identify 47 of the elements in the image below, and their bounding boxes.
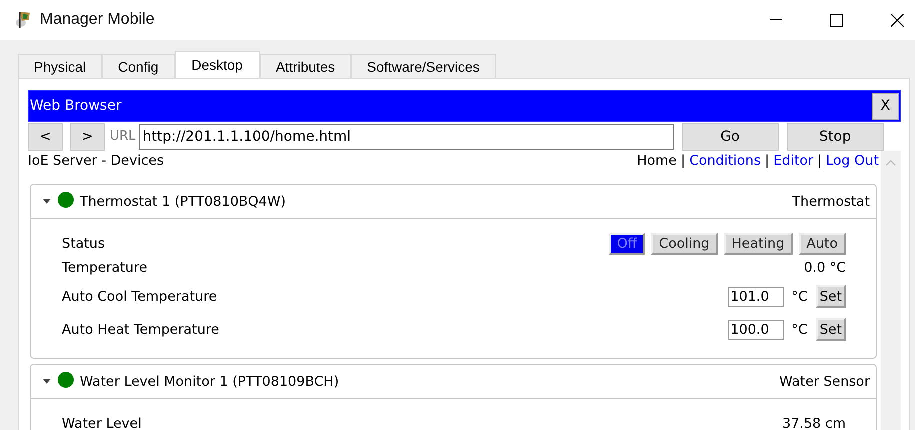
tab[interactable]: Attributes — [260, 54, 352, 78]
page-heading: IoE Server - Devices — [28, 152, 164, 168]
url-label: URL — [110, 129, 136, 144]
window-title: Manager Mobile — [40, 11, 155, 29]
tab[interactable]: Software/Services — [351, 54, 496, 78]
temperature-field[interactable]: 101.0 — [728, 286, 784, 306]
browser-title: Web Browser — [29, 98, 122, 114]
device-name: Thermostat 1 (PTT0810BQ4W) — [80, 194, 286, 210]
property-value: 0.0 °C — [804, 260, 846, 276]
property-label: Water Level — [62, 416, 142, 430]
caret-icon[interactable] — [43, 199, 51, 204]
mode-button[interactable]: Heating — [724, 233, 793, 255]
nav-link[interactable]: Conditions — [690, 152, 762, 168]
property-label: Auto Cool Temperature — [62, 288, 218, 304]
tab[interactable]: Desktop — [174, 51, 260, 78]
device-name: Water Level Monitor 1 (PTT08109BCH) — [80, 374, 340, 390]
property-label: Auto Heat Temperature — [62, 322, 220, 338]
stop-button[interactable]: Stop — [786, 122, 884, 150]
separator: | — [681, 152, 686, 168]
nav-link[interactable]: Log Out — [826, 152, 879, 168]
property-value: 37.58 cm — [782, 416, 846, 430]
set-button[interactable]: Set — [816, 285, 846, 308]
mode-button[interactable]: Auto — [798, 233, 846, 255]
device-type: Thermostat — [792, 194, 870, 210]
property-label: Temperature — [62, 260, 148, 276]
device-type: Water Sensor — [780, 374, 870, 390]
unit-label: °C — [792, 322, 808, 338]
nav-link[interactable]: Home — [637, 152, 677, 168]
separator: | — [818, 152, 822, 168]
separator: | — [765, 152, 770, 168]
temperature-field[interactable]: 100.0 — [728, 320, 784, 340]
url-field[interactable]: http://201.1.1.100/home.html — [138, 124, 674, 150]
nav-link[interactable]: Editor — [774, 152, 814, 168]
caret-icon[interactable] — [43, 379, 51, 384]
mode-button[interactable]: Cooling — [651, 233, 718, 255]
set-button[interactable]: Set — [816, 318, 846, 341]
unit-label: °C — [792, 288, 808, 304]
tab[interactable]: Physical — [18, 54, 102, 78]
close-button[interactable]: X — [872, 92, 899, 120]
tab[interactable]: Config — [102, 54, 175, 78]
forward-button[interactable]: > — [70, 122, 105, 150]
back-button[interactable]: < — [28, 122, 63, 150]
maximize-icon[interactable] — [830, 14, 843, 26]
scrollbar[interactable] — [881, 151, 901, 430]
close-icon[interactable] — [891, 14, 904, 26]
go-button[interactable]: Go — [682, 122, 779, 150]
property-label: Status — [62, 236, 106, 252]
